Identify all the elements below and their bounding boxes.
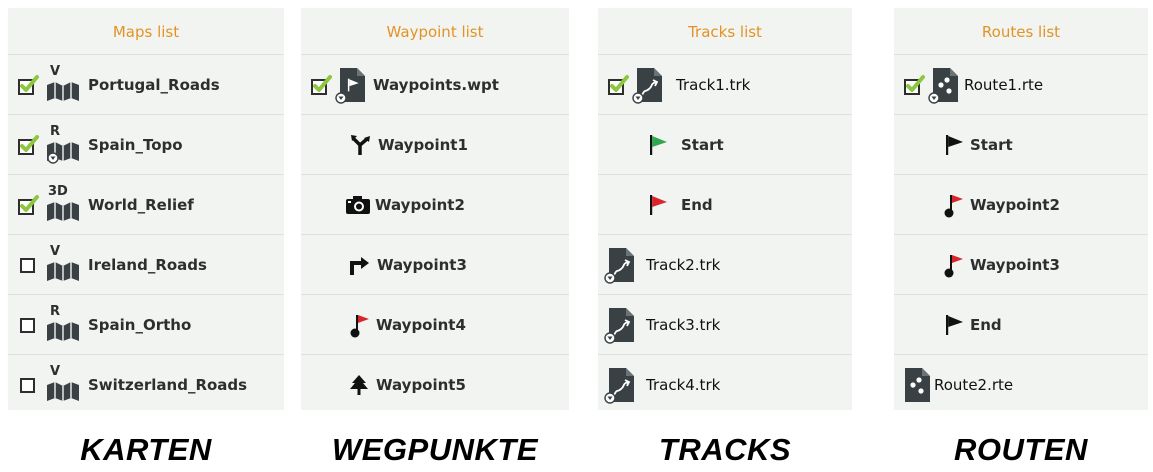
list-item-waypoint[interactable]: Waypoint2 bbox=[301, 175, 569, 235]
list-item-map[interactable]: R Spain_Ortho bbox=[8, 295, 284, 355]
map-name: World_Relief bbox=[88, 195, 194, 214]
track-name: Track3.trk bbox=[646, 315, 721, 334]
route-file-icon bbox=[928, 66, 960, 104]
vector-map-icon: V bbox=[44, 363, 84, 405]
checkbox-checked-icon[interactable] bbox=[18, 194, 40, 216]
track-file-icon bbox=[632, 66, 664, 104]
waypoint-name: Waypoint5 bbox=[376, 375, 466, 394]
green-flag-icon bbox=[650, 134, 667, 155]
map-type-badge: V bbox=[50, 243, 61, 259]
tree-icon bbox=[350, 374, 368, 395]
pin-flag-icon bbox=[350, 314, 369, 337]
list-item-track[interactable]: Track3.trk bbox=[598, 295, 852, 355]
checkbox-checked-icon[interactable] bbox=[904, 74, 926, 96]
maps-list-header: Maps list bbox=[8, 8, 284, 55]
turn-right-icon bbox=[350, 256, 369, 275]
waypoint-file-icon bbox=[335, 66, 367, 104]
list-item-track[interactable]: Track1.trk bbox=[598, 55, 852, 115]
list-item-map[interactable]: V Switzerland_Roads bbox=[8, 355, 284, 414]
list-item-route-point[interactable]: Waypoint3 bbox=[894, 235, 1148, 295]
map-type-badge: R bbox=[50, 303, 61, 319]
route-file-icon bbox=[900, 366, 932, 404]
route-point-name: Waypoint2 bbox=[970, 195, 1060, 214]
track-name: Track4.trk bbox=[646, 375, 721, 394]
list-item-map[interactable]: V Portugal_Roads bbox=[8, 55, 284, 115]
track-file-icon bbox=[604, 246, 636, 284]
route-point-name: Start bbox=[970, 135, 1013, 154]
list-item-map[interactable]: 3D World_Relief bbox=[8, 175, 284, 235]
black-flag-icon bbox=[946, 314, 963, 335]
checkbox-unchecked-icon[interactable] bbox=[18, 374, 40, 396]
tracks-list-panel: Tracks list Track1.trk Start End Track2.… bbox=[598, 8, 852, 410]
track-name: Track2.trk bbox=[646, 255, 721, 274]
junction-icon bbox=[351, 134, 370, 155]
black-flag-icon bbox=[946, 134, 963, 155]
relief-map-icon: 3D bbox=[44, 183, 84, 225]
map-name: Switzerland_Roads bbox=[88, 375, 248, 394]
list-item-track-point[interactable]: End bbox=[598, 175, 852, 235]
vector-map-icon: V bbox=[44, 63, 84, 105]
checkbox-checked-icon[interactable] bbox=[608, 74, 630, 96]
checkbox-checked-icon[interactable] bbox=[18, 134, 40, 156]
list-item-waypoint[interactable]: Waypoint5 bbox=[301, 355, 569, 414]
track-point-name: End bbox=[681, 195, 713, 214]
maps-caption: KARTEN bbox=[80, 432, 212, 467]
list-item-track-point[interactable]: Start bbox=[598, 115, 852, 175]
pin-flag-icon bbox=[944, 194, 963, 217]
waypoint-list-panel: Waypoint list Waypoints.wpt Waypoint1 Wa… bbox=[301, 8, 569, 410]
map-type-badge: 3D bbox=[48, 183, 68, 199]
list-item-waypoint[interactable]: Waypoint3 bbox=[301, 235, 569, 295]
track-file-icon bbox=[604, 306, 636, 344]
list-item-map[interactable]: R Spain_Topo bbox=[8, 115, 284, 175]
red-flag-icon bbox=[650, 194, 667, 215]
map-type-badge: V bbox=[50, 63, 61, 79]
route-point-name: End bbox=[970, 315, 1002, 334]
routes-list-header: Routes list bbox=[894, 8, 1148, 55]
route-name: Route2.rte bbox=[934, 375, 1014, 394]
route-name: Route1.rte bbox=[964, 75, 1044, 94]
waypoint-file-name: Waypoints.wpt bbox=[373, 75, 499, 94]
checkbox-unchecked-icon[interactable] bbox=[18, 254, 40, 276]
map-name: Spain_Topo bbox=[88, 135, 183, 154]
map-name: Portugal_Roads bbox=[88, 75, 220, 94]
vector-map-icon: V bbox=[44, 243, 84, 285]
list-item-waypoint[interactable]: Waypoint4 bbox=[301, 295, 569, 355]
tracks-list-header: Tracks list bbox=[598, 8, 852, 55]
checkbox-checked-icon[interactable] bbox=[311, 74, 333, 96]
list-item-map[interactable]: V Ireland_Roads bbox=[8, 235, 284, 295]
maps-list-panel: Maps list V Portugal_Roads R Spain_Topo … bbox=[8, 8, 284, 410]
map-name: Ireland_Roads bbox=[88, 255, 207, 274]
raster-map-icon: R bbox=[44, 123, 84, 165]
track-name: Track1.trk bbox=[676, 75, 751, 94]
list-item-track[interactable]: Track4.trk bbox=[598, 355, 852, 414]
waypoint-name: Waypoint4 bbox=[376, 315, 466, 334]
track-file-icon bbox=[604, 366, 636, 404]
map-type-badge: V bbox=[50, 363, 61, 379]
waypoint-name: Waypoint3 bbox=[377, 255, 467, 274]
list-item-route[interactable]: Route2.rte bbox=[894, 355, 1148, 414]
list-item-waypoint-file[interactable]: Waypoints.wpt bbox=[301, 55, 569, 115]
map-name: Spain_Ortho bbox=[88, 315, 192, 334]
checkbox-unchecked-icon[interactable] bbox=[18, 314, 40, 336]
waypoint-name: Waypoint1 bbox=[378, 135, 468, 154]
raster-map-icon: R bbox=[44, 303, 84, 345]
list-item-route-point[interactable]: Start bbox=[894, 115, 1148, 175]
routes-list-panel: Routes list Route1.rte Start Waypoint2 W… bbox=[894, 8, 1148, 410]
list-item-route-point[interactable]: End bbox=[894, 295, 1148, 355]
list-item-waypoint[interactable]: Waypoint1 bbox=[301, 115, 569, 175]
list-item-route[interactable]: Route1.rte bbox=[894, 55, 1148, 115]
track-point-name: Start bbox=[681, 135, 724, 154]
camera-icon bbox=[346, 195, 370, 214]
routes-caption: ROUTEN bbox=[954, 432, 1088, 467]
waypoint-list-header: Waypoint list bbox=[301, 8, 569, 55]
route-point-name: Waypoint3 bbox=[970, 255, 1060, 274]
list-item-track[interactable]: Track2.trk bbox=[598, 235, 852, 295]
pin-flag-icon bbox=[944, 254, 963, 277]
tracks-caption: TRACKS bbox=[658, 432, 792, 467]
checkbox-checked-icon[interactable] bbox=[18, 74, 40, 96]
waypoint-name: Waypoint2 bbox=[375, 195, 465, 214]
list-item-route-point[interactable]: Waypoint2 bbox=[894, 175, 1148, 235]
map-type-badge: R bbox=[50, 123, 61, 139]
waypoints-caption: WEGPUNKTE bbox=[332, 432, 538, 467]
